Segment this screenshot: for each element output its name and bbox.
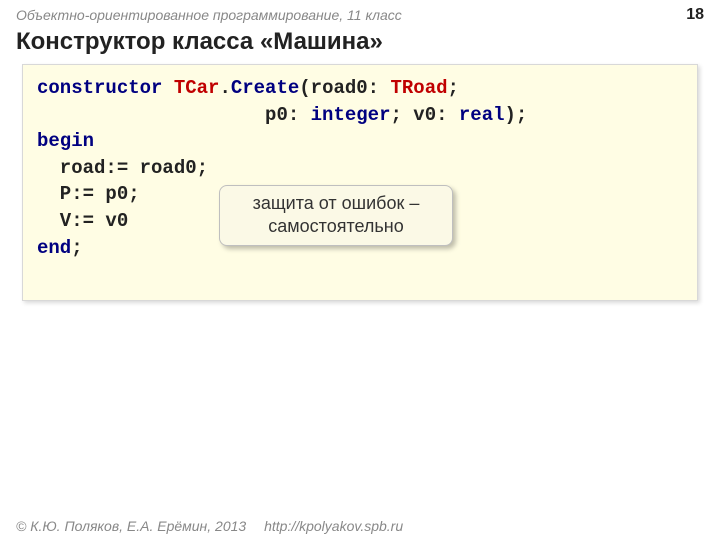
type-troad: TRoad [390, 77, 447, 99]
type-tcar: TCar [162, 77, 219, 99]
code-text: p0: [37, 104, 311, 126]
kw-constructor: constructor [37, 77, 162, 99]
code-text: ; v0: [390, 104, 458, 126]
code-block: constructor TCar.Create(road0: TRoad; p0… [22, 64, 698, 301]
footer-copyright: © К.Ю. Поляков, Е.А. Ерёмин, 2013 [16, 518, 246, 534]
type-integer: integer [311, 104, 391, 126]
kw-begin: begin [37, 130, 94, 152]
code-text: road:= road0; [37, 157, 208, 179]
footer-link: http://kpolyakov.spb.ru [264, 518, 403, 534]
slide-footer: © К.Ю. Поляков, Е.А. Ерёмин, 2013 http:/… [16, 518, 403, 534]
code-text: ); [505, 104, 528, 126]
type-real: real [459, 104, 505, 126]
code-text: ; [71, 237, 82, 259]
callout-note: защита от ошибок – самостоятельно [219, 185, 453, 246]
code-text: (road0: [299, 77, 390, 99]
kw-end: end [37, 237, 71, 259]
page-number: 18 [686, 6, 704, 24]
slide-title: Конструктор класса «Машина» [0, 26, 720, 64]
method-create: Create [231, 77, 299, 99]
code-text: P:= p0; [37, 183, 140, 205]
code-text: ; [448, 77, 459, 99]
code-text: . [219, 77, 230, 99]
code-text: V:= v0 [37, 210, 128, 232]
course-title: Объектно-ориентированное программировани… [16, 7, 402, 23]
slide-header: Объектно-ориентированное программировани… [0, 0, 720, 26]
